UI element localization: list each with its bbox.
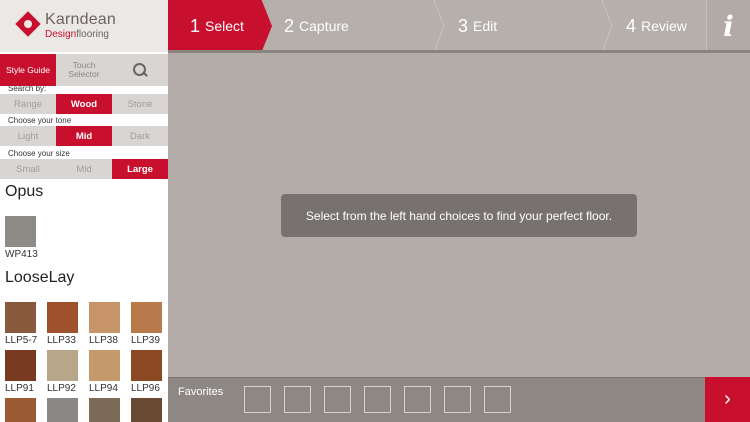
option-stone[interactable]: Stone: [112, 94, 168, 114]
floor-swatch[interactable]: [5, 350, 36, 381]
favorite-slot[interactable]: [444, 386, 471, 413]
floor-swatch[interactable]: [89, 302, 120, 333]
collection-title-looselay: LooseLay: [5, 269, 75, 286]
swatch-code: LLP5-7: [5, 335, 38, 346]
swatch-code: LLP92: [47, 383, 76, 394]
swatch-code: WP413: [5, 249, 38, 260]
option-range[interactable]: Range: [0, 94, 56, 114]
favorites-label: Favorites: [178, 386, 224, 398]
brand-name: Karndean: [45, 11, 116, 28]
swatch-code: LLP96: [131, 383, 160, 394]
step-select[interactable]: 1 Select: [168, 0, 272, 52]
size-label: Choose your size: [8, 149, 70, 158]
favorite-slot[interactable]: [484, 386, 511, 413]
swatch-code: LLP38: [89, 335, 118, 346]
option-dark[interactable]: Dark: [112, 126, 168, 146]
favorite-slot[interactable]: [364, 386, 391, 413]
swatch-code: LLP39: [131, 335, 160, 346]
search-button[interactable]: [112, 54, 168, 86]
floor-swatch[interactable]: [89, 350, 120, 381]
search-icon: [133, 63, 147, 77]
swatch-code: LLP94: [89, 383, 118, 394]
option-mid-tone[interactable]: Mid: [56, 126, 112, 146]
floor-swatch[interactable]: [5, 302, 36, 333]
karndean-logo: Karndean Designflooring: [0, 0, 168, 52]
step-capture[interactable]: 2 Capture: [284, 0, 424, 52]
info-button[interactable]: i: [706, 0, 750, 52]
step-navigation: 1 Select 2 Capture 3 Edit 4 Review: [168, 0, 706, 52]
diamond-logo-icon: [15, 11, 41, 37]
tone-segment: Light Mid Dark: [0, 126, 168, 146]
floor-swatch[interactable]: [131, 350, 162, 381]
touch-selector-tab[interactable]: Touch Selector: [56, 54, 112, 86]
swatch-code: LLP91: [5, 383, 34, 394]
favorite-slot[interactable]: [404, 386, 431, 413]
floor-swatch[interactable]: [47, 302, 78, 333]
floor-swatch[interactable]: [5, 398, 36, 422]
floor-swatch[interactable]: [89, 398, 120, 422]
option-mid-size[interactable]: Mid: [56, 159, 112, 179]
floor-swatch[interactable]: [47, 350, 78, 381]
swatch-code: LLP33: [47, 335, 76, 346]
tone-label: Choose your tone: [8, 116, 72, 125]
style-guide-tab[interactable]: Style Guide: [0, 54, 56, 86]
favorites-bar: Favorites: [168, 377, 705, 422]
floor-swatch[interactable]: [131, 398, 162, 422]
favorite-slot[interactable]: [284, 386, 311, 413]
floor-swatch[interactable]: [131, 302, 162, 333]
floor-swatch[interactable]: [5, 216, 36, 247]
step-divider: [600, 0, 614, 52]
step-edit[interactable]: 3 Edit: [458, 0, 568, 52]
favorite-slot[interactable]: [324, 386, 351, 413]
option-large[interactable]: Large: [112, 159, 168, 179]
size-segment: Small Mid Large: [0, 159, 168, 179]
step-divider: [432, 0, 446, 52]
next-arrow-button[interactable]: ›: [705, 377, 750, 422]
search-by-segment: Range Wood Stone: [0, 94, 168, 114]
option-wood[interactable]: Wood: [56, 94, 112, 114]
instruction-message: Select from the left hand choices to fin…: [281, 194, 637, 237]
filter-sidebar: Style Guide Touch Selector Search by: Ra…: [0, 52, 168, 422]
mode-switcher: Style Guide Touch Selector: [0, 54, 168, 86]
brand-subtitle: Designflooring: [45, 29, 109, 40]
collection-title-opus: Opus: [5, 183, 44, 200]
search-by-label: Search by:: [8, 84, 47, 93]
floor-swatch[interactable]: [47, 398, 78, 422]
option-small[interactable]: Small: [0, 159, 56, 179]
step-review[interactable]: 4 Review: [626, 0, 706, 52]
option-light[interactable]: Light: [0, 126, 56, 146]
favorite-slot[interactable]: [244, 386, 271, 413]
